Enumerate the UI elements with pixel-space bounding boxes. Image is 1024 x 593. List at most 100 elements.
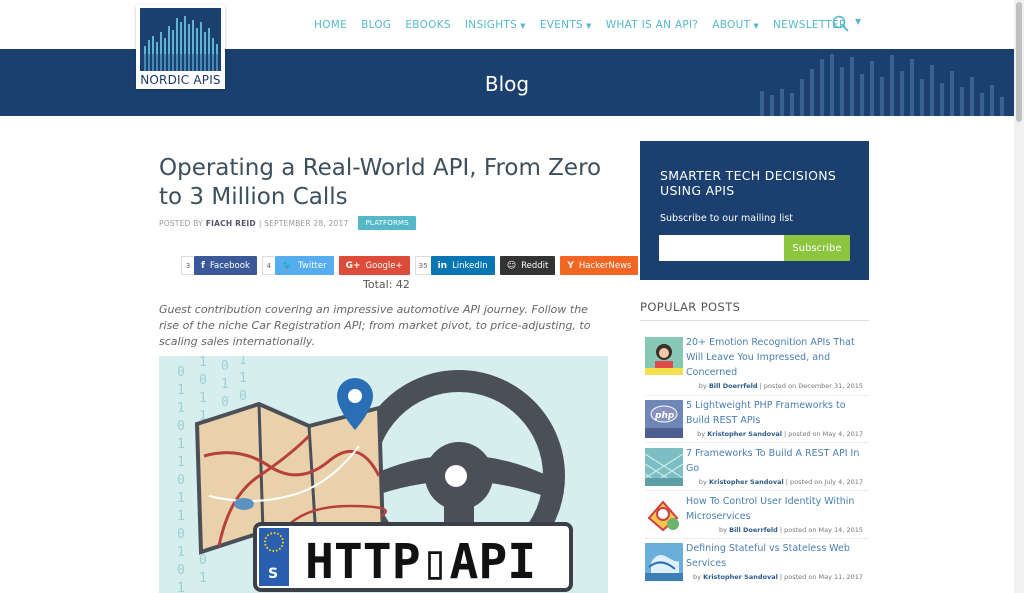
share-total: Total: 42	[363, 278, 410, 291]
post-title-link[interactable]: 20+ Emotion Recognition APIs That Will L…	[686, 335, 866, 380]
svg-text:1: 1	[177, 455, 185, 470]
svg-text:1: 1	[177, 491, 185, 506]
svg-text:1: 1	[239, 371, 247, 386]
svg-text:0: 0	[239, 389, 247, 404]
facebook-share-label: Facebook	[209, 260, 250, 271]
reddit-icon: ☺	[506, 260, 517, 271]
svg-text:php: php	[654, 411, 675, 421]
twitter-share-button[interactable]: 🐦 Twitter	[274, 256, 334, 275]
svg-text:HTTP▯API: HTTP▯API	[305, 534, 536, 590]
svg-text:1: 1	[199, 391, 207, 406]
post-author[interactable]: Bill Doerrfeld	[709, 382, 758, 390]
svg-text:0: 0	[177, 419, 185, 434]
post-author[interactable]: Kristopher Sandoval	[709, 478, 784, 486]
search-icon[interactable]	[832, 15, 850, 37]
search-dropdown-icon[interactable]: ▼	[855, 17, 861, 26]
hackernews-share-label: HackerNews	[578, 260, 632, 271]
post-author[interactable]: Kristopher Sandoval	[707, 430, 782, 438]
post-title-link[interactable]: 7 Frameworks To Build A REST API In Go	[686, 446, 866, 476]
facebook-icon: f	[201, 260, 205, 271]
linkedin-share-label: LinkedIn	[452, 260, 488, 271]
nav-ebooks[interactable]: EBOOKS	[405, 19, 451, 31]
chevron-down-icon: ▼	[753, 22, 760, 30]
svg-text:1: 1	[199, 571, 207, 586]
post-author[interactable]: Bill Doerrfeld	[729, 526, 778, 534]
share-bar: 3 f Facebook 4 🐦 Twitter G+ Google+ 35 in Li…	[181, 256, 643, 275]
divider	[640, 320, 869, 321]
nav-what-is-an-api[interactable]: WHAT IS AN API?	[606, 19, 699, 31]
article-title: Operating a Real-World API, From Zero to…	[159, 155, 602, 210]
divider	[645, 538, 869, 539]
svg-text:1: 1	[239, 356, 247, 368]
identity-thumbnail	[645, 496, 683, 534]
email-field[interactable]	[659, 235, 784, 261]
twitter-icon: 🐦	[281, 260, 294, 271]
svg-text:1: 1	[177, 401, 185, 416]
hero-image: 01101 10110 101 10110 10110 101 0101 110…	[159, 356, 608, 593]
stateful-thumbnail	[645, 543, 683, 581]
popular-post-item[interactable]: How To Control User Identity Within Micr…	[645, 494, 869, 538]
divider	[645, 442, 869, 443]
post-meta: by Kristopher Sandoval | posted on May 1…	[693, 573, 863, 581]
facebook-share-button[interactable]: f Facebook	[194, 256, 257, 275]
svg-text:0: 0	[199, 553, 207, 568]
divider	[645, 490, 869, 491]
post-author[interactable]: Kristopher Sandoval	[703, 573, 778, 581]
svg-text:1: 1	[221, 377, 229, 392]
googleplus-share-label: Google+	[365, 260, 403, 271]
subscribe-button[interactable]: Subscribe	[784, 235, 850, 261]
svg-text:0: 0	[177, 563, 185, 578]
post-meta: by Bill Doerrfeld | posted on December 3…	[698, 382, 863, 390]
popular-post-item[interactable]: 7 Frameworks To Build A REST API In Go b…	[645, 446, 869, 490]
reddit-share-label: Reddit	[521, 260, 549, 271]
twitter-share-count: 4	[261, 256, 275, 275]
category-tag[interactable]: PLATFORMS	[358, 216, 416, 230]
googleplus-icon: G+	[345, 260, 361, 271]
svg-text:0: 0	[199, 373, 207, 388]
svg-text:0: 0	[221, 395, 229, 410]
scrollbar-thumb[interactable]	[1016, 2, 1022, 122]
nav-home[interactable]: HOME	[314, 19, 347, 31]
hackernews-share-button[interactable]: Y HackerNews	[560, 256, 639, 275]
hackernews-icon: Y	[567, 260, 574, 271]
post-meta: by Kristopher Sandoval | posted on July …	[698, 478, 863, 486]
linkedin-share-button[interactable]: in LinkedIn	[430, 256, 495, 275]
article-intro: Guest contribution covering an impressiv…	[159, 303, 591, 348]
googleplus-share-button[interactable]: G+ Google+	[338, 256, 410, 275]
svg-text:1: 1	[177, 545, 185, 560]
svg-text:0: 0	[177, 365, 185, 380]
popular-post-item[interactable]: php 5 Lightweight PHP Frameworks to Buil…	[645, 398, 869, 442]
linkedin-share-count: 35	[414, 256, 431, 275]
php-thumbnail: php	[645, 400, 683, 438]
svg-text:0: 0	[221, 359, 229, 374]
divider	[645, 395, 869, 396]
go-thumbnail	[645, 448, 683, 486]
svg-text:1: 1	[177, 383, 185, 398]
nordic-apis-logo[interactable]: NORDIC APIS	[136, 5, 225, 89]
newsletter-signup-box: SMARTER TECH DECISIONS USING APIS Subscr…	[640, 141, 869, 280]
svg-text:1: 1	[177, 437, 185, 452]
nav-events[interactable]: EVENTS ▼	[540, 19, 592, 31]
reddit-share-button[interactable]: ☺ Reddit	[499, 256, 556, 275]
popular-post-item[interactable]: Defining Stateful vs Stateless Web Servi…	[645, 541, 869, 585]
facebook-share-count: 3	[181, 256, 194, 275]
post-title-link[interactable]: How To Control User Identity Within Micr…	[686, 494, 866, 524]
svg-text:S: S	[268, 566, 278, 582]
nav-insights[interactable]: INSIGHTS ▼	[465, 19, 526, 31]
nav-blog[interactable]: BLOG	[361, 19, 391, 31]
linkedin-icon: in	[437, 260, 448, 271]
signup-title: SMARTER TECH DECISIONS USING APIS	[660, 168, 837, 198]
post-title-link[interactable]: Defining Stateful vs Stateless Web Servi…	[686, 541, 866, 571]
svg-text:1: 1	[177, 509, 185, 524]
svg-text:0: 0	[177, 473, 185, 488]
popular-post-item[interactable]: 20+ Emotion Recognition APIs That Will L…	[645, 335, 869, 393]
nav-about[interactable]: ABOUT ▼	[712, 19, 759, 31]
author-link[interactable]: FIACH REID	[206, 219, 256, 228]
post-meta: by Bill Doerrfeld | posted on May 14, 20…	[719, 526, 863, 534]
popular-posts-heading: POPULAR POSTS	[640, 300, 741, 314]
post-title-link[interactable]: 5 Lightweight PHP Frameworks to Build RE…	[686, 398, 866, 428]
twitter-share-label: Twitter	[298, 260, 327, 271]
svg-text:1: 1	[177, 581, 185, 593]
svg-text:0: 0	[177, 527, 185, 542]
emotion-thumbnail	[645, 337, 683, 375]
